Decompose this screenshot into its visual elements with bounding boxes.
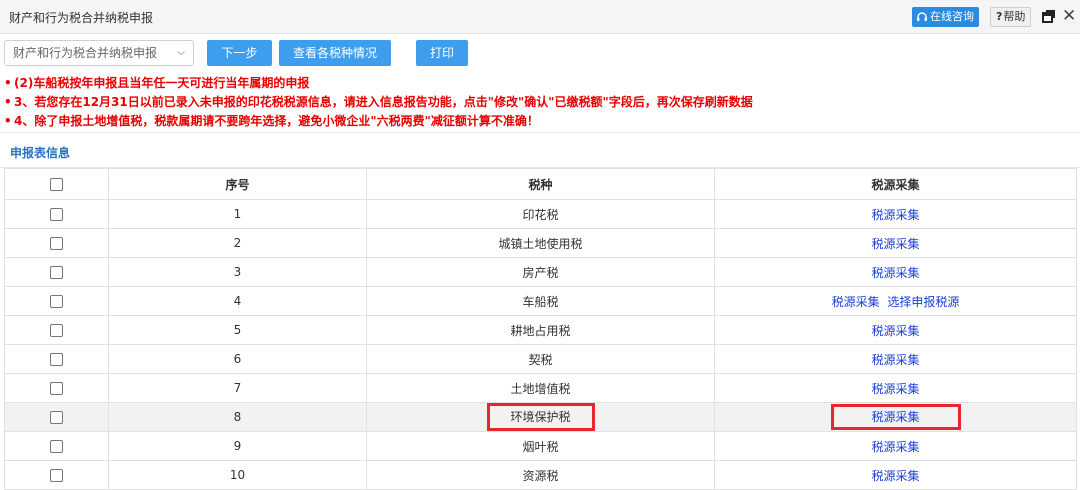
source-collection-link[interactable]: 税源采集 — [871, 382, 919, 396]
section-header: 申报表信息 — [0, 132, 1080, 168]
view-tax-status-button[interactable]: 查看各税种情况 — [279, 40, 391, 66]
row-no: 6 — [108, 344, 367, 374]
row-tax-type: 房产税 — [366, 257, 715, 287]
help-button[interactable]: ? 帮助 — [990, 7, 1032, 27]
row-checkbox[interactable] — [50, 324, 63, 337]
source-collection-link[interactable]: 税源采集 — [871, 440, 919, 454]
row-tax-type: 环境保护税 — [510, 410, 571, 424]
row-checkbox[interactable] — [50, 237, 63, 250]
row-tax-type: 契税 — [366, 344, 715, 374]
toolbar: 财产和行为税合并纳税申报 ⌵ 下一步 查看各税种情况 打印 — [0, 34, 1080, 72]
table-row: 1 印花税 税源采集 — [4, 199, 1077, 229]
question-icon: ? — [996, 10, 1003, 23]
select-declaration-source-link[interactable]: 选择申报税源 — [887, 295, 959, 309]
row-checkbox[interactable] — [50, 208, 63, 221]
table-row: 9 烟叶税 税源采集 — [4, 431, 1077, 461]
declaration-table: 序号 税种 税源采集 1 印花税 税源采集 2 城镇土地使用税 税源采集 3 房… — [4, 168, 1077, 490]
source-collection-link[interactable]: 税源采集 — [832, 295, 880, 309]
table-row: 5 耕地占用税 税源采集 — [4, 315, 1077, 345]
chevron-down-icon: ⌵ — [177, 47, 185, 58]
next-step-button[interactable]: 下一步 — [207, 40, 272, 66]
row-no: 9 — [108, 431, 367, 461]
row-checkbox[interactable] — [50, 382, 63, 395]
restore-window-icon[interactable] — [1042, 9, 1056, 23]
row-checkbox[interactable] — [50, 353, 63, 366]
declaration-type-select[interactable]: 财产和行为税合并纳税申报 ⌵ — [4, 40, 194, 66]
source-collection-link[interactable]: 税源采集 — [871, 208, 919, 222]
table-row: 7 土地增值税 税源采集 — [4, 373, 1077, 403]
table-row: 4 车船税 税源采集 选择申报税源 — [4, 286, 1077, 316]
source-collection-link[interactable]: 税源采集 — [871, 410, 919, 424]
select-all-checkbox[interactable] — [50, 178, 63, 191]
row-tax-type: 烟叶税 — [366, 431, 715, 461]
table-row: 6 契税 税源采集 — [4, 344, 1077, 374]
row-checkbox[interactable] — [50, 295, 63, 308]
row-no: 5 — [108, 315, 367, 345]
notice-item: • (2)车船税按年申报且当年任一天可进行当年属期的申报 — [4, 76, 310, 90]
help-label: 帮助 — [1003, 10, 1026, 23]
source-collection-link[interactable]: 税源采集 — [871, 266, 919, 280]
bullet-icon: • — [4, 76, 12, 90]
headset-icon — [917, 12, 927, 21]
row-no: 2 — [108, 228, 367, 258]
row-tax-type: 城镇土地使用税 — [366, 228, 715, 258]
row-checkbox[interactable] — [50, 469, 63, 482]
bullet-icon: • — [4, 95, 12, 109]
row-no: 8 — [108, 402, 367, 432]
row-no: 7 — [108, 373, 367, 403]
header-no: 序号 — [108, 168, 367, 200]
table-row: 2 城镇土地使用税 税源采集 — [4, 228, 1077, 258]
row-tax-type: 资源税 — [366, 460, 715, 490]
source-collection-link[interactable]: 税源采集 — [871, 237, 919, 251]
source-collection-link[interactable]: 税源采集 — [871, 353, 919, 367]
row-checkbox[interactable] — [50, 266, 63, 279]
table-row: 10 资源税 税源采集 — [4, 460, 1077, 490]
row-no: 10 — [108, 460, 367, 490]
select-value: 财产和行为税合并纳税申报 — [13, 46, 158, 60]
row-tax-type: 车船税 — [366, 286, 715, 316]
close-icon[interactable]: ✕ — [1062, 6, 1076, 26]
row-no: 3 — [108, 257, 367, 287]
table-row: 3 房产税 税源采集 — [4, 257, 1077, 287]
select-all-cell — [4, 168, 109, 200]
section-title: 申报表信息 — [10, 146, 71, 160]
table-header-row: 序号 税种 税源采集 — [4, 168, 1077, 200]
highlight-box: 环境保护税 — [486, 403, 595, 431]
print-button[interactable]: 打印 — [416, 40, 468, 66]
source-collection-link[interactable]: 税源采集 — [871, 324, 919, 338]
table-row: 8 环境保护税 税源采集 — [4, 402, 1077, 432]
bullet-icon: • — [4, 114, 12, 128]
window-title: 财产和行为税合并纳税申报 — [9, 11, 154, 25]
row-tax-type: 印花税 — [366, 199, 715, 229]
highlight-box: 税源采集 — [830, 404, 961, 430]
online-consult-label: 在线咨询 — [930, 10, 974, 23]
row-checkbox[interactable] — [50, 440, 63, 453]
notice-item: • 3、若您存在12月31日以前已录入未申报的印花税税源信息，请进入信息报告功能，… — [4, 95, 753, 109]
title-bar: 财产和行为税合并纳税申报 在线咨询 ? 帮助 ✕ — [0, 0, 1080, 34]
row-tax-type: 耕地占用税 — [366, 315, 715, 345]
source-collection-link[interactable]: 税源采集 — [871, 469, 919, 483]
row-checkbox[interactable] — [50, 411, 63, 424]
row-tax-type: 土地增值税 — [366, 373, 715, 403]
header-source-collection: 税源采集 — [714, 168, 1077, 200]
notice-item: • 4、除了申报土地增值税，税款属期请不要跨年选择，避免小微企业"六税两费"减征额… — [4, 114, 539, 128]
online-consult-button[interactable]: 在线咨询 — [912, 7, 979, 27]
header-tax-type: 税种 — [366, 168, 715, 200]
row-no: 4 — [108, 286, 367, 316]
row-no: 1 — [108, 199, 367, 229]
